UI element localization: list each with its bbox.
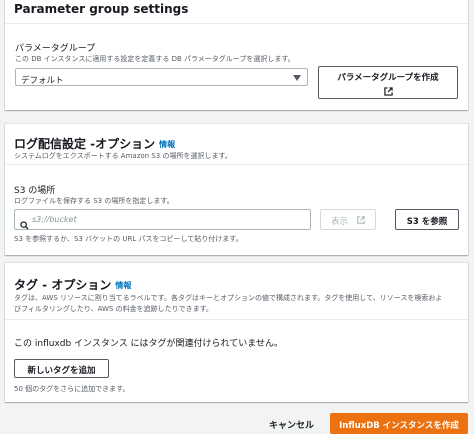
external-link-icon — [319, 87, 457, 99]
parameter-group-description: この DB インスタンスに適用する設定を定義する DB パラメータグループを選択… — [15, 55, 295, 63]
log-delivery-description: システムログをエクスポートする Amazon S3 の場所を選択します。 — [14, 152, 232, 160]
s3-location-description: ログファイルを保存する S3 の場所を指定します。 — [14, 197, 174, 205]
parameter-group-label: パラメータグループ — [15, 44, 96, 54]
log-delivery-title: ログ配信設定 -オプション 情報 — [14, 135, 175, 152]
tags-description-line1: タグは、AWS リソースに割り当てるラベルです。各タグはキーとオプションの値で構… — [14, 294, 443, 302]
browse-s3-button[interactable]: S3 を参照 — [395, 209, 459, 230]
add-tag-button[interactable]: 新しいタグを追加 — [14, 359, 109, 378]
caret-down-icon — [293, 75, 301, 81]
parameter-group-select[interactable]: デフォルト — [15, 68, 308, 86]
create-parameter-group-button[interactable]: パラメータグループを作成 — [318, 66, 458, 99]
tags-info-link[interactable]: 情報 — [115, 281, 131, 290]
create-parameter-group-label: パラメータグループを作成 — [337, 73, 439, 83]
create-influxdb-instance-button[interactable]: InfluxDB インスタンスを作成 — [330, 413, 468, 434]
tags-panel: タグ - オプション 情報 タグは、AWS リソースに割り当てるラベルです。各タグ… — [5, 263, 468, 402]
tags-title: タグ - オプション 情報 — [14, 276, 131, 293]
view-s3-button[interactable]: 表示 — [320, 209, 376, 230]
parameter-group-panel: Parameter group settings パラメータグループ この DB… — [5, 0, 468, 110]
divider — [5, 319, 468, 320]
tags-limit-text: 50 個のタグをさらに追加できます。 — [14, 385, 130, 393]
log-delivery-title-text: ログ配信設定 -オプション — [14, 137, 156, 151]
divider — [5, 164, 468, 165]
s3-location-input[interactable]: s3://bucket — [14, 209, 311, 230]
tags-description-line2: びフィルタリングしたり、AWS の料金を追跡したりできます。 — [14, 305, 213, 313]
search-icon — [20, 215, 29, 234]
s3-location-hint: S3 を参照するか、S3 バケットの URL パスをコピーして貼り付けます。 — [14, 235, 243, 243]
parameter-group-title: Parameter group settings — [14, 2, 189, 16]
s3-location-label: S3 の場所 — [14, 186, 56, 196]
s3-location-placeholder: s3://bucket — [32, 215, 77, 224]
log-delivery-info-link[interactable]: 情報 — [159, 140, 175, 149]
log-delivery-panel: ログ配信設定 -オプション 情報 システムログをエクスポートする Amazon S… — [5, 124, 468, 255]
parameter-group-selected-value: デフォルト — [21, 76, 64, 86]
tags-empty-text: この influxdb インスタンス にはタグが関連付けられていません。 — [14, 339, 284, 349]
external-link-icon — [357, 216, 365, 227]
cancel-button[interactable]: キャンセル — [269, 418, 314, 431]
view-s3-label: 表示 — [331, 217, 349, 227]
divider — [5, 23, 468, 24]
tags-title-text: タグ - オプション — [14, 278, 112, 292]
